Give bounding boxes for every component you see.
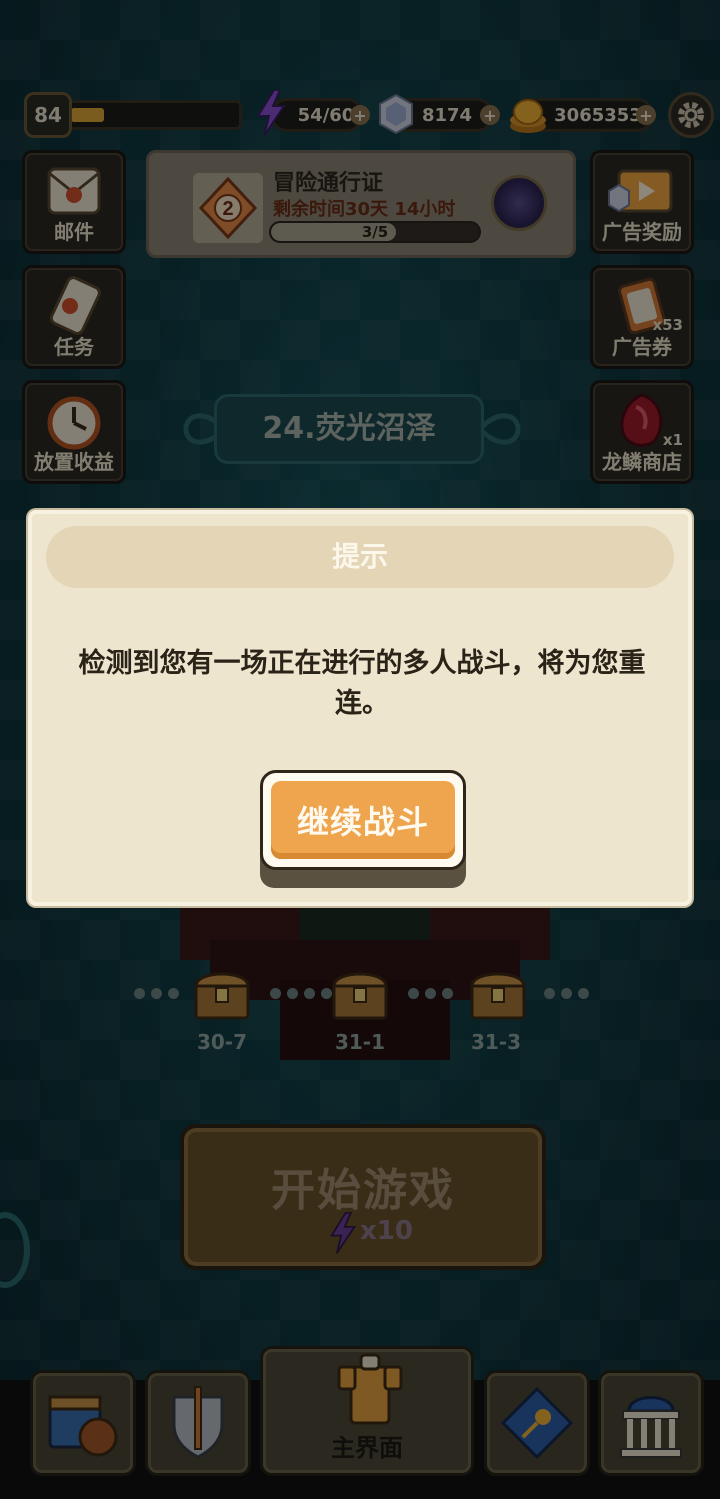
dialog-header: 提示 <box>46 526 674 588</box>
continue-battle-label: 继续战斗 <box>271 781 455 859</box>
dialog-message: 检测到您有一场正在进行的多人战斗，将为您重连。 <box>78 648 646 719</box>
game-screen: 84 54/60 + 8174 + 3065353 + 邮件 任务 放置收益 广… <box>0 0 720 1499</box>
continue-battle-button[interactable]: 继续战斗 <box>260 770 466 870</box>
dialog-title: 提示 <box>331 540 388 573</box>
reconnect-dialog: 提示 检测到您有一场正在进行的多人战斗，将为您重连。 继续战斗 <box>28 510 692 906</box>
